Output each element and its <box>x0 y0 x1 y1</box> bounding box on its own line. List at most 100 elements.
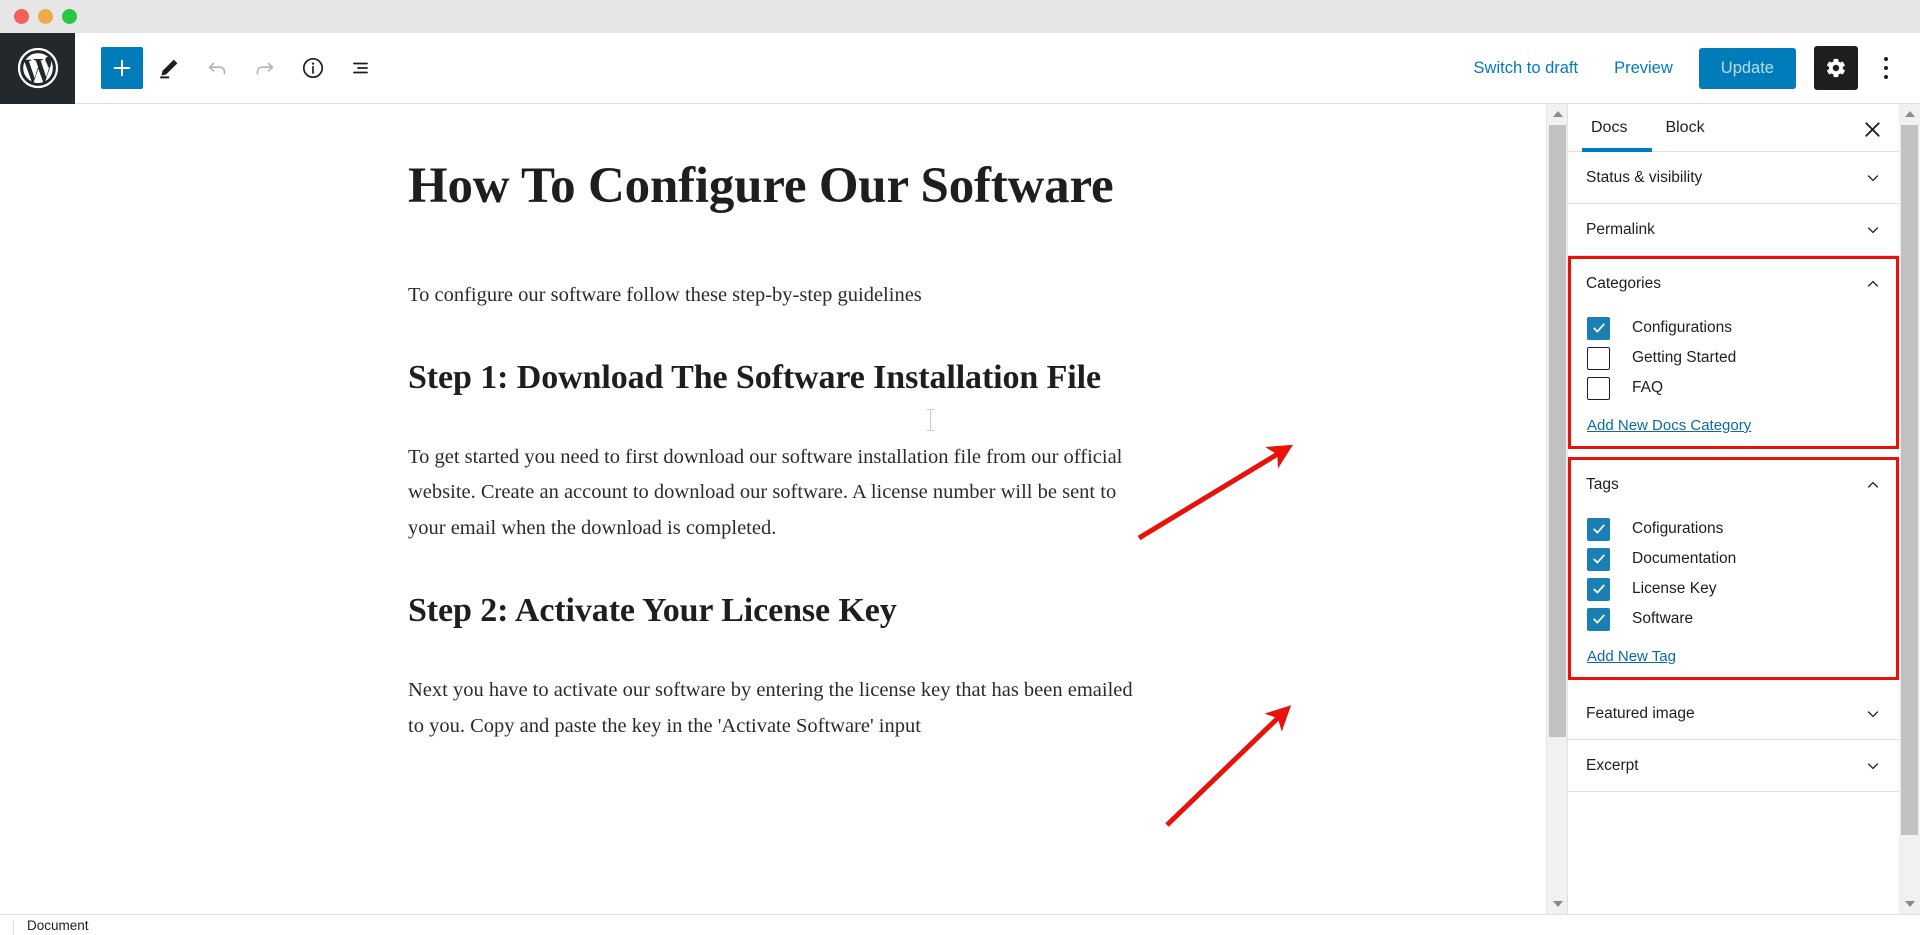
settings-button[interactable] <box>1814 46 1858 90</box>
list-view-button[interactable] <box>339 46 383 90</box>
chevron-up-icon <box>1867 280 1879 287</box>
checkmark-icon <box>1592 554 1605 564</box>
tag-checkbox-software[interactable] <box>1587 607 1610 631</box>
categories-highlight-box: Categories Configurations Getting Starte… <box>1568 256 1899 449</box>
scroll-up-arrow[interactable] <box>1899 104 1920 124</box>
wordpress-logo-icon <box>17 47 58 89</box>
redo-arrow-icon <box>256 62 274 75</box>
post-heading-step-2[interactable]: Step 2: Activate Your License Key <box>408 589 1138 633</box>
canvas-scrollbar[interactable] <box>1546 104 1567 914</box>
categories-list: Configurations Getting Started FAQ <box>1571 309 1896 409</box>
kebab-menu-icon <box>1884 75 1888 79</box>
switch-to-draft-button[interactable]: Switch to draft <box>1458 49 1595 88</box>
settings-sidebar: Docs Block Status & visibility Permalink <box>1567 104 1899 914</box>
panel-featured-image-label: Featured image <box>1586 704 1695 722</box>
kebab-menu-icon <box>1884 66 1888 70</box>
footer-corner <box>0 921 14 935</box>
breadcrumb[interactable]: Document <box>27 918 89 933</box>
tag-item[interactable]: License Key <box>1587 574 1896 604</box>
window-close-button[interactable] <box>14 9 29 24</box>
add-block-button[interactable] <box>101 47 143 89</box>
kebab-menu-icon <box>1884 57 1888 61</box>
checkmark-icon <box>1592 524 1605 534</box>
tag-checkbox-cofigurations[interactable] <box>1587 517 1610 541</box>
close-x-icon <box>1864 121 1880 137</box>
category-checkbox-configurations[interactable] <box>1587 316 1610 340</box>
editor-tools-group <box>75 46 383 90</box>
category-label: Configurations <box>1632 319 1732 336</box>
pencil-icon <box>160 59 178 79</box>
panel-featured-image[interactable]: Featured image <box>1568 688 1899 740</box>
list-view-icon <box>353 62 368 74</box>
scroll-down-arrow[interactable] <box>1899 894 1920 914</box>
tab-block[interactable]: Block <box>1661 104 1708 152</box>
redo-button[interactable] <box>243 46 287 90</box>
category-checkbox-faq[interactable] <box>1587 376 1610 400</box>
post-canvas[interactable]: How To Configure Our Software To configu… <box>0 104 1546 914</box>
tag-item[interactable]: Software <box>1587 604 1896 634</box>
post-title[interactable]: How To Configure Our Software <box>408 156 1138 216</box>
edit-tool-button[interactable] <box>147 46 191 90</box>
add-new-tag-link[interactable]: Add New Tag <box>1587 648 1676 665</box>
undo-arrow-icon <box>208 62 226 75</box>
tag-checkbox-documentation[interactable] <box>1587 547 1610 571</box>
panel-tags: Tags Cofigurations Documentation License… <box>1571 460 1896 677</box>
panel-separator <box>1568 449 1899 457</box>
close-sidebar-button[interactable] <box>1857 114 1887 144</box>
category-label: Getting Started <box>1632 349 1737 366</box>
preview-button[interactable]: Preview <box>1598 49 1689 88</box>
scroll-up-arrow[interactable] <box>1547 104 1568 124</box>
category-item[interactable]: Configurations <box>1587 313 1896 343</box>
more-options-button[interactable] <box>1866 46 1906 90</box>
panel-permalink[interactable]: Permalink <box>1568 204 1899 256</box>
tag-label: License Key <box>1632 580 1717 597</box>
update-button[interactable]: Update <box>1698 47 1796 89</box>
panel-tags-label: Tags <box>1586 476 1619 493</box>
panel-excerpt[interactable]: Excerpt <box>1568 740 1899 792</box>
chevron-down-icon <box>1867 226 1879 233</box>
window-titlebar <box>0 0 1920 33</box>
info-circle-icon <box>302 57 324 79</box>
tags-list: Cofigurations Documentation License Key … <box>1571 510 1896 640</box>
category-item[interactable]: FAQ <box>1587 373 1896 403</box>
post-paragraph-step-1[interactable]: To get started you need to first downloa… <box>408 440 1138 548</box>
category-item[interactable]: Getting Started <box>1587 343 1896 373</box>
scrollbar-thumb[interactable] <box>1901 125 1918 835</box>
scrollbar-thumb[interactable] <box>1549 125 1566 737</box>
scroll-down-arrow[interactable] <box>1547 894 1568 914</box>
window-minimize-button[interactable] <box>38 9 53 24</box>
panel-separator <box>1568 680 1899 688</box>
panel-permalink-label: Permalink <box>1586 220 1655 238</box>
sidebar-tabs: Docs Block <box>1568 104 1899 152</box>
gear-icon <box>1827 58 1845 78</box>
tag-item[interactable]: Documentation <box>1587 544 1896 574</box>
tag-checkbox-license-key[interactable] <box>1587 577 1610 601</box>
window-zoom-button[interactable] <box>62 9 77 24</box>
tag-label: Software <box>1632 610 1694 627</box>
details-button[interactable] <box>291 46 335 90</box>
active-tab-indicator <box>1582 148 1652 152</box>
post-paragraph-step-2[interactable]: Next you have to activate our software b… <box>408 673 1138 745</box>
panel-status-visibility[interactable]: Status & visibility <box>1568 152 1899 204</box>
sidebar-scrollbar[interactable] <box>1899 104 1920 914</box>
tag-item[interactable]: Cofigurations <box>1587 514 1896 544</box>
post-intro-paragraph[interactable]: To configure our software follow these s… <box>408 278 1138 314</box>
post-heading-step-1[interactable]: Step 1: Download The Software Installati… <box>408 356 1138 400</box>
editor-body: How To Configure Our Software To configu… <box>0 104 1920 914</box>
tags-highlight-box: Tags Cofigurations Documentation License… <box>1568 457 1899 680</box>
undo-button[interactable] <box>195 46 239 90</box>
editor-footer: Document <box>0 914 1920 935</box>
chevron-down-icon <box>1867 710 1879 717</box>
chevron-up-icon <box>1867 481 1879 488</box>
panel-categories-header[interactable]: Categories <box>1571 259 1896 309</box>
panel-categories: Categories Configurations Getting Starte… <box>1571 259 1896 446</box>
tab-docs[interactable]: Docs <box>1587 104 1631 152</box>
panel-tags-header[interactable]: Tags <box>1571 460 1896 510</box>
checkmark-icon <box>1592 323 1605 333</box>
add-new-docs-category-link[interactable]: Add New Docs Category <box>1587 417 1751 434</box>
panel-status-visibility-label: Status & visibility <box>1586 168 1703 186</box>
tag-label: Documentation <box>1632 550 1737 567</box>
category-checkbox-getting-started[interactable] <box>1587 346 1610 370</box>
plus-icon <box>113 59 131 77</box>
wordpress-logo[interactable] <box>0 32 75 104</box>
